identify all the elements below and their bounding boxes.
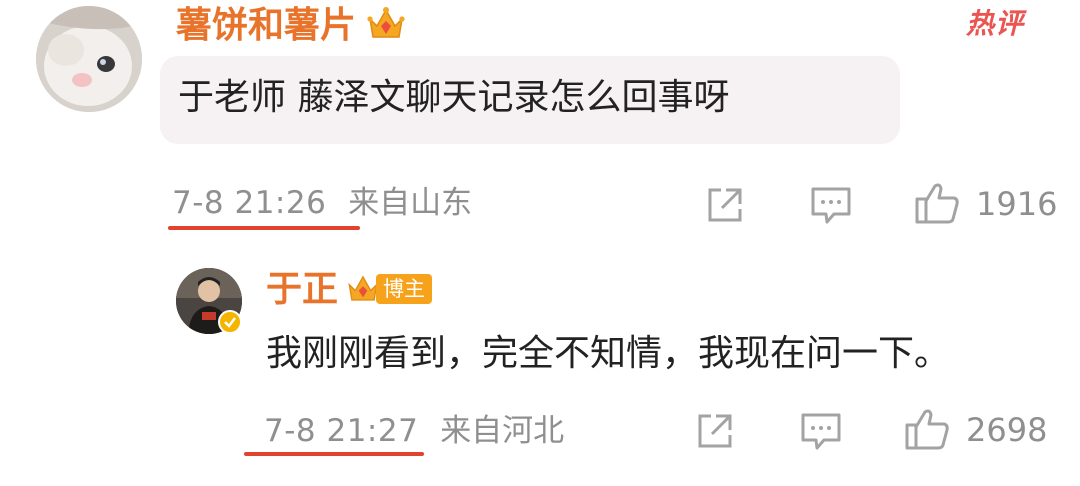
hot-comment-badge: 热评: [966, 7, 1025, 40]
comment-meta: 7-8 21:26 来自山东: [172, 188, 472, 219]
comment-icon[interactable]: [810, 186, 852, 230]
username[interactable]: 薯饼和薯片: [176, 8, 356, 44]
comment-text: 于老师 藤泽文聊天记录怎么回事呀: [178, 77, 730, 118]
share-icon[interactable]: [694, 412, 734, 456]
reply-timestamp: 7-8 21:27: [264, 413, 419, 449]
reply-timestamp-underline: [244, 452, 424, 456]
reply-like-count: 2698: [966, 411, 1048, 449]
vip-crown-icon: [365, 2, 407, 48]
share-icon[interactable]: [704, 186, 744, 230]
reply-username[interactable]: 于正: [266, 272, 338, 308]
like-count: 1916: [976, 185, 1058, 223]
comment-icon[interactable]: [800, 412, 842, 456]
verified-icon: [218, 310, 242, 334]
like-icon[interactable]: [914, 180, 960, 230]
location: 来自山东: [348, 185, 473, 221]
avatar[interactable]: [36, 6, 142, 112]
reply-location: 来自河北: [440, 413, 565, 449]
reply-text: 我刚刚看到，完全不知情，我现在问一下。: [266, 333, 951, 374]
timestamp-underline: [168, 226, 360, 230]
author-badge: 博主: [376, 274, 432, 304]
bottom-fade: [0, 458, 1080, 486]
like-icon[interactable]: [904, 406, 950, 456]
reply-meta: 7-8 21:27 来自河北: [264, 416, 564, 447]
timestamp: 7-8 21:26: [172, 185, 327, 221]
